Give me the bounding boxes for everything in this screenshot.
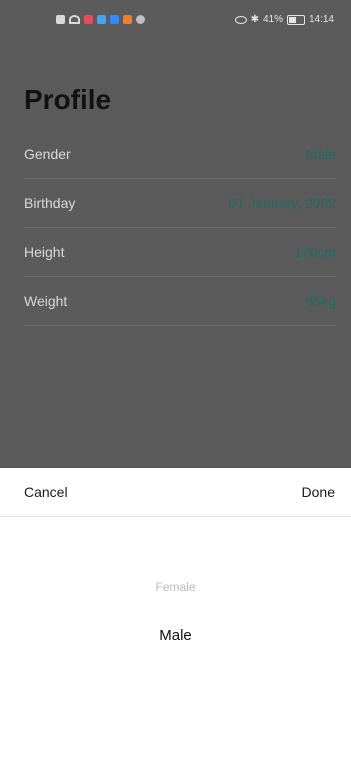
picker-option-female[interactable]: Female [0, 580, 351, 594]
page-title: Profile [24, 84, 112, 115]
app-notification-icon [136, 15, 145, 24]
profile-row-gender[interactable]: Gender Male [24, 130, 336, 179]
cancel-button[interactable]: Cancel [24, 484, 68, 500]
dimmed-profile-screen: ✱ 41% 14:14 Profile Gender Male Birthday… [0, 0, 351, 468]
app-notification-icon [110, 15, 119, 24]
row-label: Gender [24, 146, 71, 162]
done-button[interactable]: Done [302, 484, 335, 500]
status-right: ✱ 41% 14:14 [234, 14, 334, 25]
gender-picker-sheet: Cancel Done Female Male [0, 468, 351, 760]
row-value: 170cm [293, 244, 336, 260]
profile-row-height[interactable]: Height 170cm [24, 228, 336, 277]
row-label: Weight [24, 293, 68, 309]
status-left-icons [56, 15, 145, 24]
gender-picker-wheel[interactable]: Female Male [0, 528, 351, 748]
profile-row-weight[interactable]: Weight 65kg [24, 277, 336, 326]
app-notification-icon [97, 15, 106, 24]
picker-option-male[interactable]: Male [0, 627, 351, 644]
row-value: 65kg [305, 293, 336, 309]
screen: ✱ 41% 14:14 Profile Gender Male Birthday… [0, 0, 351, 760]
eye-icon [234, 15, 247, 24]
app-notification-icon [84, 15, 93, 24]
clock-time: 14:14 [308, 14, 334, 25]
battery-percent: 41% [262, 14, 283, 25]
app-notification-icon [56, 15, 65, 24]
bluetooth-icon: ✱ [250, 14, 259, 25]
sheet-toolbar: Cancel Done [0, 468, 351, 517]
profile-list: Gender Male Birthday 01 January, 2002 He… [24, 130, 336, 326]
row-value: Male [305, 146, 336, 162]
profile-row-birthday[interactable]: Birthday 01 January, 2002 [24, 179, 336, 228]
row-label: Height [24, 244, 65, 260]
wifi-icon [69, 15, 80, 24]
battery-icon [286, 14, 305, 25]
status-bar: ✱ 41% 14:14 [0, 0, 351, 44]
row-value: 01 January, 2002 [228, 195, 336, 211]
row-label: Birthday [24, 195, 76, 211]
app-notification-icon [123, 15, 132, 24]
